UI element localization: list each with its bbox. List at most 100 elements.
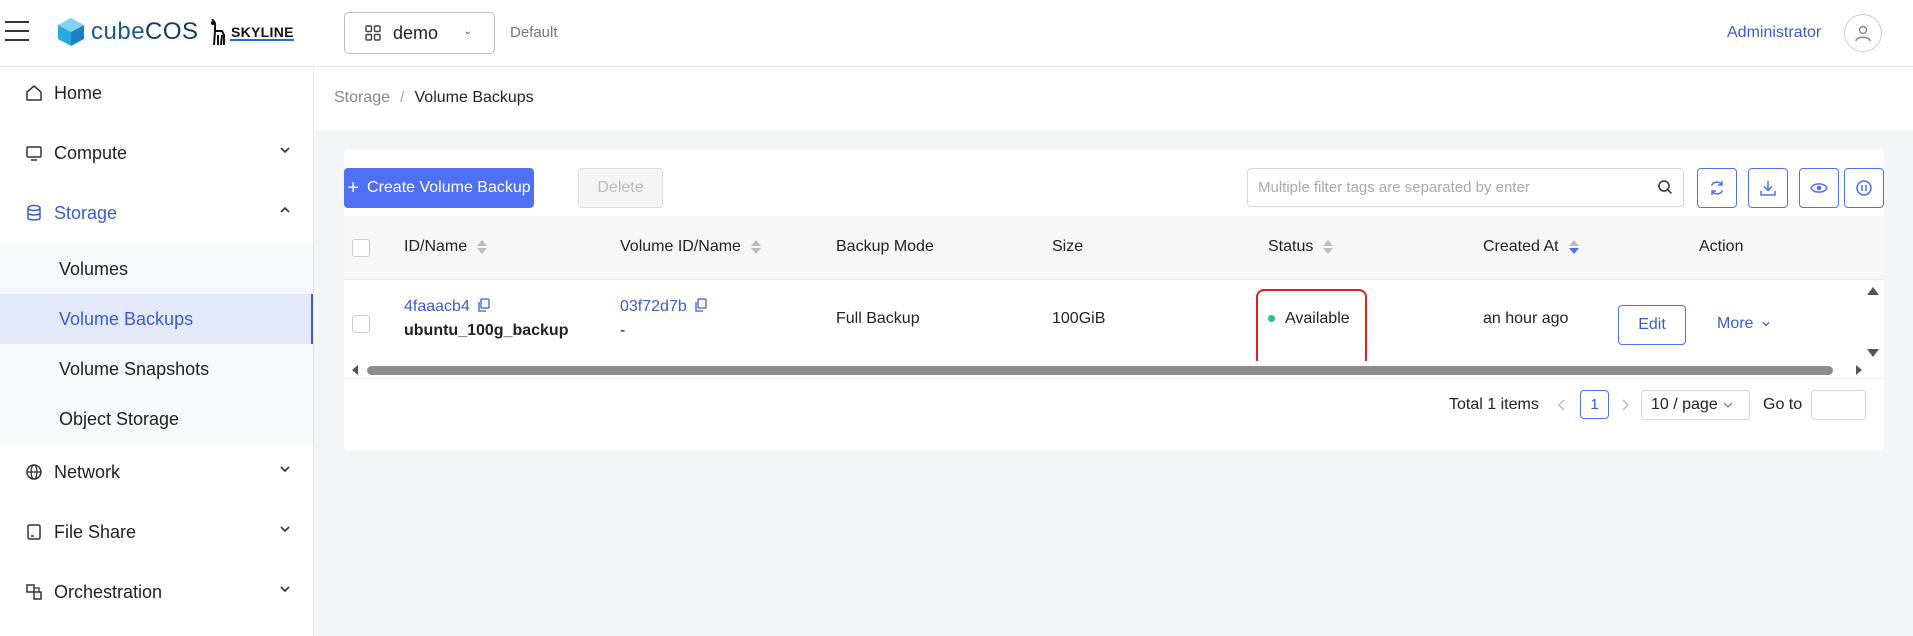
database-icon (27, 204, 41, 221)
backups-card: + Create Volume Backup Delete ID/Name (344, 150, 1884, 450)
cubecos-logo[interactable]: cubeCOS (57, 17, 199, 47)
search-icon[interactable] (1657, 179, 1673, 195)
avatar[interactable] (1844, 14, 1882, 52)
project-selector[interactable]: demo ⌄ (344, 12, 495, 54)
chevron-up-icon (280, 206, 290, 213)
row-checkbox[interactable] (352, 315, 370, 333)
column-header-created-at[interactable]: Created At (1483, 238, 1579, 256)
volume-id-cell: 03f72d7b (620, 298, 708, 316)
delete-button[interactable]: Delete (578, 168, 663, 208)
page-number[interactable]: 1 (1580, 390, 1609, 419)
project-name: demo (393, 22, 439, 43)
goto-page-input[interactable] (1811, 390, 1866, 420)
search-input[interactable] (1248, 169, 1628, 206)
create-volume-backup-button[interactable]: + Create Volume Backup (344, 168, 534, 208)
edit-button[interactable]: Edit (1618, 305, 1686, 345)
scroll-right-icon[interactable] (1854, 364, 1864, 376)
sidebar-item-storage[interactable]: Storage (0, 189, 313, 237)
scrollbar-thumb[interactable] (367, 366, 1833, 375)
sidebar: Home Compute Storage Volumes Volume Back… (0, 67, 314, 636)
sort-icon[interactable] (750, 240, 761, 254)
sidebar-item-home[interactable]: Home (0, 69, 313, 117)
sidebar-item-object-storage[interactable]: Object Storage (0, 394, 313, 444)
menu-toggle-icon[interactable] (5, 21, 29, 43)
breadcrumb-parent[interactable]: Storage (334, 89, 390, 106)
column-visibility-button[interactable] (1799, 168, 1839, 208)
column-header-status[interactable]: Status (1268, 238, 1334, 256)
sort-icon[interactable] (477, 240, 488, 254)
domain-label: Default (510, 24, 558, 41)
column-header-volume-id-name[interactable]: Volume ID/Name (620, 238, 761, 256)
sidebar-item-compute[interactable]: Compute (0, 129, 313, 177)
chevron-down-icon (280, 466, 290, 473)
copy-icon[interactable] (694, 298, 708, 312)
status-badge: Available (1268, 310, 1350, 328)
column-header-backup-mode: Backup Mode (836, 238, 934, 255)
column-header-size: Size (1052, 238, 1084, 255)
breadcrumb: Storage / Volume Backups (334, 89, 534, 106)
chevron-down-icon (280, 586, 290, 593)
skyline-logo: SKYLINE (206, 17, 294, 47)
cube-logo-icon (58, 18, 84, 46)
backup-mode-cell: Full Backup (836, 310, 920, 327)
download-button[interactable] (1748, 168, 1788, 208)
download-icon (1760, 181, 1776, 196)
breadcrumb-current: Volume Backups (414, 89, 534, 106)
chevron-down-icon (1723, 402, 1733, 408)
chevron-down-icon (280, 526, 290, 533)
globe-icon (26, 464, 42, 480)
sort-icon[interactable] (1568, 240, 1579, 254)
page-size-select[interactable]: 10 / page (1641, 390, 1750, 420)
chevron-right-icon[interactable] (1620, 399, 1630, 411)
more-actions-dropdown[interactable]: More (1717, 315, 1771, 333)
backup-id-cell: 4faaacb4 (404, 298, 491, 316)
eye-icon (1810, 183, 1828, 193)
sidebar-item-network[interactable]: Network (0, 448, 313, 496)
breadcrumb-bar: Storage / Volume Backups (314, 67, 1913, 130)
chevron-down-icon: ⌄ (463, 26, 472, 37)
volume-id-link[interactable]: 03f72d7b (620, 298, 687, 315)
sidebar-item-volume-backups[interactable]: Volume Backups (0, 294, 313, 344)
select-all-checkbox[interactable] (352, 239, 370, 257)
column-header-id-name[interactable]: ID/Name (404, 238, 488, 256)
sidebar-item-orchestration[interactable]: Orchestration (0, 568, 313, 616)
chevron-left-icon[interactable] (1557, 399, 1567, 411)
backup-id-link[interactable]: 4faaacb4 (404, 298, 470, 315)
storage-submenu: Volumes Volume Backups Volume Snapshots … (0, 244, 313, 444)
sidebar-item-volumes[interactable]: Volumes (0, 244, 313, 294)
llama-icon (211, 18, 225, 46)
home-icon (26, 85, 42, 101)
user-name-link[interactable]: Administrator (1727, 24, 1821, 42)
refresh-button[interactable] (1697, 168, 1737, 208)
column-header-action: Action (1699, 238, 1744, 255)
status-dot-icon (1268, 315, 1275, 323)
chevron-down-icon (1762, 322, 1770, 327)
created-at-cell: an hour ago (1483, 310, 1569, 327)
top-header: cubeCOS SKYLINE demo ⌄ Default Administr… (0, 0, 1913, 67)
table-header: ID/Name Volume ID/Name Backup Mode Size … (344, 216, 1884, 280)
orchestration-icon (26, 584, 42, 600)
size-cell: 100GiB (1052, 310, 1106, 327)
logo-text: cubeCOS (91, 18, 199, 45)
status-highlight (1256, 289, 1367, 367)
table-row: 4faaacb4 ubuntu_100g_backup 03f72d7b - F… (344, 281, 1884, 367)
scroll-left-icon[interactable] (350, 364, 360, 376)
main-content: Storage / Volume Backups + Create Volume B… (314, 67, 1913, 636)
sort-icon[interactable] (1323, 240, 1334, 254)
goto-label: Go to (1763, 396, 1803, 413)
scroll-down-icon[interactable] (1867, 349, 1879, 357)
pause-refresh-button[interactable] (1844, 168, 1884, 208)
pause-circle-icon (1856, 180, 1872, 196)
file-share-icon (27, 524, 41, 540)
grid-icon (365, 25, 381, 41)
sidebar-item-file-share[interactable]: File Share (0, 508, 313, 556)
copy-icon[interactable] (477, 298, 491, 312)
horizontal-scrollbar[interactable] (344, 361, 1884, 379)
scroll-up-icon[interactable] (1867, 287, 1879, 295)
chevron-down-icon (280, 147, 290, 154)
plus-icon: + (347, 176, 360, 199)
sidebar-item-volume-snapshots[interactable]: Volume Snapshots (0, 344, 313, 394)
user-icon (1855, 25, 1871, 42)
monitor-icon (26, 146, 42, 161)
search-box (1247, 168, 1684, 207)
